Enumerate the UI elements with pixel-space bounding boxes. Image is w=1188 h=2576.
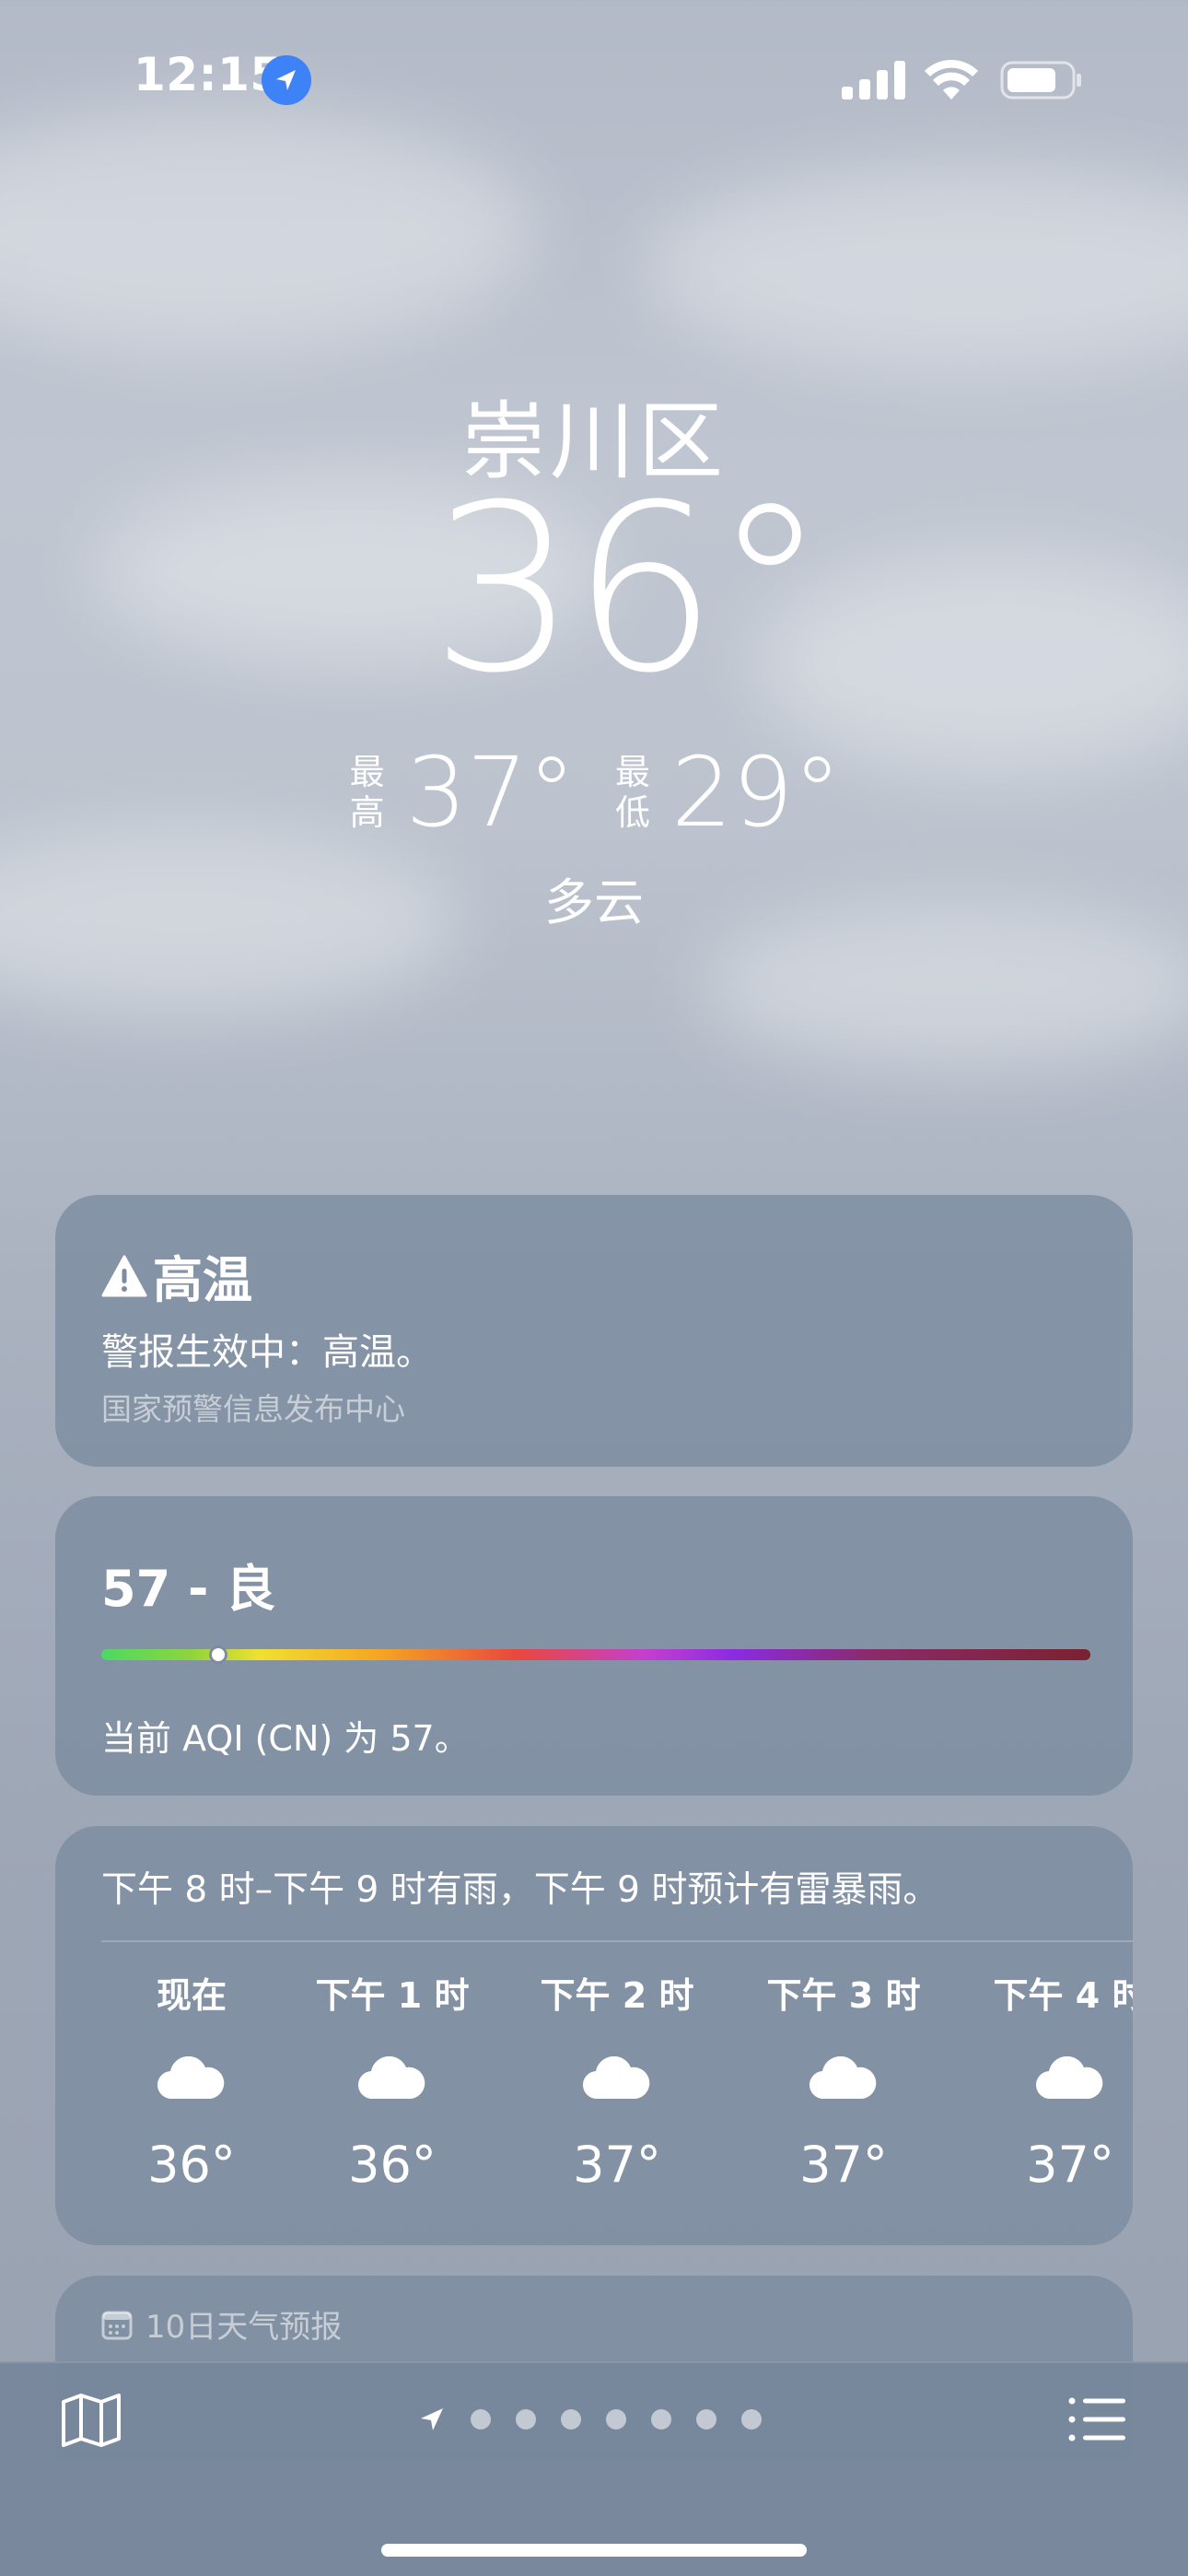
hourly-temp: 37° — [799, 2136, 888, 2194]
aqi-gradient-bar — [101, 1645, 1090, 1664]
weather-condition: 多云 — [544, 873, 644, 931]
low-value: 29° — [671, 736, 842, 849]
high-label: 最高 — [349, 752, 385, 833]
high-low-row: 最高 37° 最低 29° — [0, 744, 1188, 840]
hourly-time: 下午 3 时 — [766, 1975, 921, 2016]
hourly-temp: 37° — [573, 2136, 661, 2194]
status-time: 12:15 — [134, 48, 283, 101]
hourly-summary: 下午 8 时–下午 9 时有雨，下午 9 时预计有雷暴雨。 — [101, 1869, 939, 1911]
hourly-time: 下午 1 时 — [315, 1975, 470, 2016]
hourly-item: 下午 2 时 37° — [516, 1970, 718, 2194]
air-quality-card[interactable]: 57 - 良 当前 AQI (CN) 为 57。 — [55, 1496, 1133, 1796]
bottom-toolbar — [0, 2361, 1188, 2576]
page-dot[interactable] — [696, 2409, 716, 2430]
aqi-indicator — [208, 1645, 227, 1664]
cloud-icon — [157, 2056, 225, 2099]
forecast-header-text: 10日天气预报 — [146, 2309, 343, 2346]
alert-title: 高温 — [101, 1239, 252, 1312]
map-icon[interactable] — [61, 2393, 122, 2448]
wifi-icon — [925, 59, 978, 100]
cloud-icon — [1036, 2056, 1103, 2099]
forecast-header: 10日天气预报 — [101, 2301, 342, 2347]
aqi-description: 当前 AQI (CN) 为 57。 — [101, 1718, 470, 1759]
page-dot[interactable] — [741, 2409, 762, 2430]
cloud-icon — [809, 2056, 877, 2099]
hourly-temp: 37° — [1026, 2136, 1114, 2194]
aqi-title: 57 - 良 — [101, 1560, 276, 1618]
page-dot[interactable] — [651, 2409, 671, 2430]
status-bar: 12:15 — [0, 0, 1188, 157]
hourly-time: 下午 2 时 — [540, 1975, 694, 2016]
cellular-signal-icon — [842, 61, 905, 100]
cloud-icon — [583, 2056, 650, 2099]
hourly-item: 下午 3 时 37° — [742, 1970, 945, 2194]
page-dot[interactable] — [606, 2409, 626, 2430]
hourly-item: 下午 1 时 36° — [291, 1970, 494, 2194]
list-icon[interactable] — [1068, 2396, 1125, 2442]
alert-title-text: 高温 — [153, 1251, 252, 1309]
hourly-item: 现在 36° — [90, 1970, 293, 2194]
cloud-icon — [358, 2056, 425, 2099]
hourly-temp: 36° — [147, 2136, 236, 2194]
warning-triangle-icon — [101, 1255, 147, 1296]
battery-icon — [1000, 61, 1081, 100]
alert-body: 警报生效中：高温。 — [101, 1331, 433, 1374]
calendar-icon — [101, 2311, 133, 2339]
location-arrow-icon — [262, 55, 311, 105]
page-dot[interactable] — [561, 2409, 581, 2430]
hourly-time: 下午 4 时 — [993, 1975, 1133, 2016]
page-indicator[interactable] — [418, 2406, 762, 2433]
page-dot[interactable] — [471, 2409, 491, 2430]
page-dot[interactable] — [516, 2409, 536, 2430]
hourly-time: 现在 — [156, 1975, 227, 2016]
current-temperature: 36° — [430, 455, 827, 723]
hourly-forecast-card: 下午 8 时–下午 9 时有雨，下午 9 时预计有雷暴雨。 现在 36° 下午 … — [55, 1826, 1133, 2245]
hourly-temp: 36° — [348, 2136, 437, 2194]
home-indicator[interactable] — [381, 2544, 807, 2557]
location-page-icon[interactable] — [418, 2406, 446, 2433]
heat-alert-card[interactable]: 高温 警报生效中：高温。 国家预警信息发布中心 — [55, 1195, 1133, 1467]
alert-source: 国家预警信息发布中心 — [101, 1391, 405, 1427]
high-value: 37° — [405, 736, 576, 849]
hourly-divider — [101, 1940, 1133, 1942]
low-label: 最低 — [614, 752, 650, 833]
hourly-item: 下午 4 时 37° — [969, 1970, 1133, 2194]
